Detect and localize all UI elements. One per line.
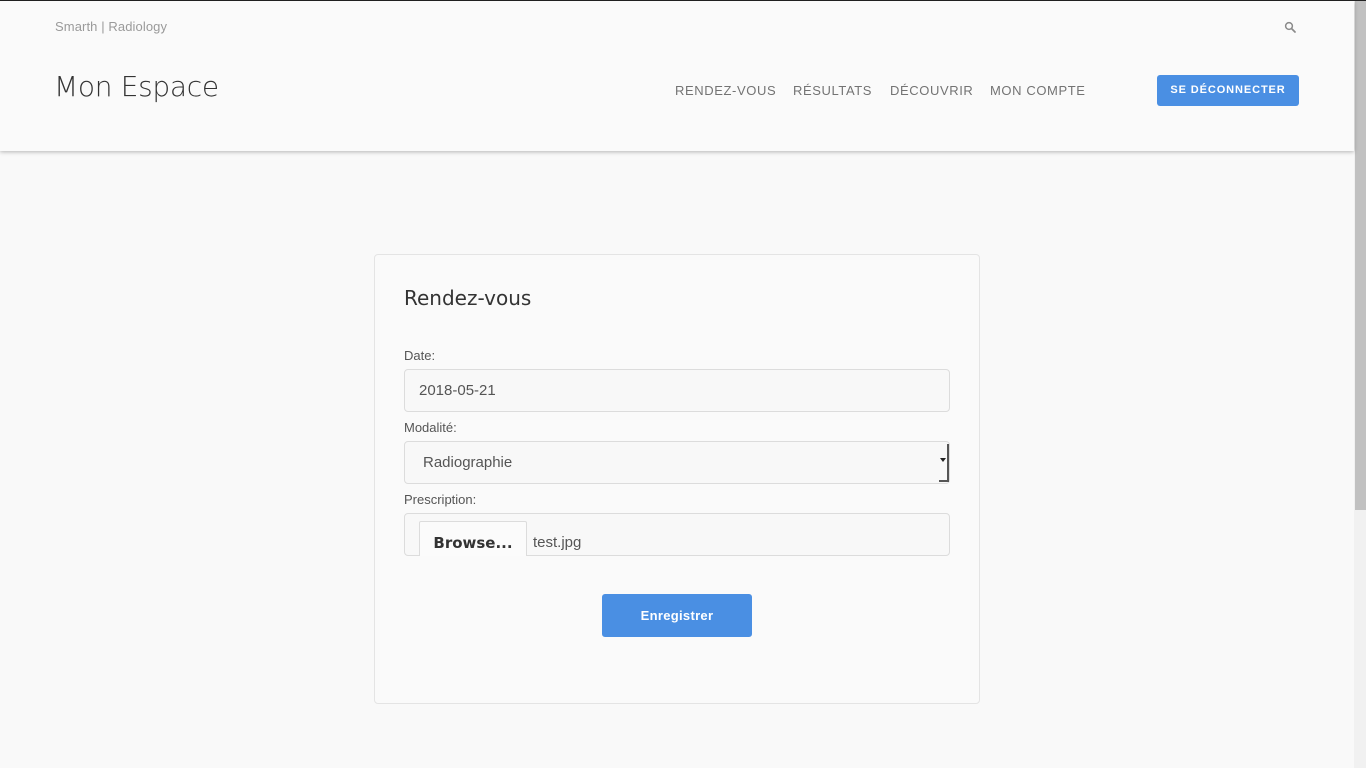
form-title: Rendez-vous — [404, 286, 532, 310]
nav-link-rendez-vous[interactable]: RENDEZ-VOUS — [675, 83, 776, 98]
select-focus-corner — [939, 480, 949, 482]
modality-select[interactable]: Radiographie — [404, 441, 950, 484]
scrollbar-thumb[interactable] — [1355, 1, 1366, 510]
chevron-down-icon — [940, 458, 946, 462]
appointment-form-card: Rendez-vous Date: 2018-05-21 Modalité: R… — [374, 254, 980, 704]
nav-link-resultats[interactable]: RÉSULTATS — [793, 83, 872, 98]
save-button[interactable]: Enregistrer — [602, 594, 752, 637]
select-focus-edge — [947, 444, 949, 482]
logout-button[interactable]: SE DÉCONNECTER — [1157, 75, 1299, 106]
modality-label: Modalité: — [404, 420, 457, 435]
date-label: Date: — [404, 348, 436, 363]
site-title[interactable]: Mon Espace — [54, 70, 219, 103]
date-value: 2018-05-21 — [419, 382, 496, 399]
nav-link-decouvrir[interactable]: DÉCOUVRIR — [890, 83, 973, 98]
browse-button[interactable]: Browse... — [419, 521, 527, 556]
selected-file-name: test.jpg — [533, 534, 582, 551]
search-icon[interactable] — [1284, 21, 1296, 33]
site-header: Smarth | Radiology Mon Espace RENDEZ-VOU… — [0, 1, 1354, 151]
brand-tagline[interactable]: Smarth | Radiology — [55, 19, 167, 34]
prescription-label: Prescription: — [404, 492, 477, 507]
date-field[interactable]: 2018-05-21 — [404, 369, 950, 412]
nav-link-mon-compte[interactable]: MON COMPTE — [990, 83, 1086, 98]
prescription-file-input[interactable]: Browse... test.jpg — [404, 513, 950, 556]
modality-selected-value: Radiographie — [423, 454, 513, 471]
